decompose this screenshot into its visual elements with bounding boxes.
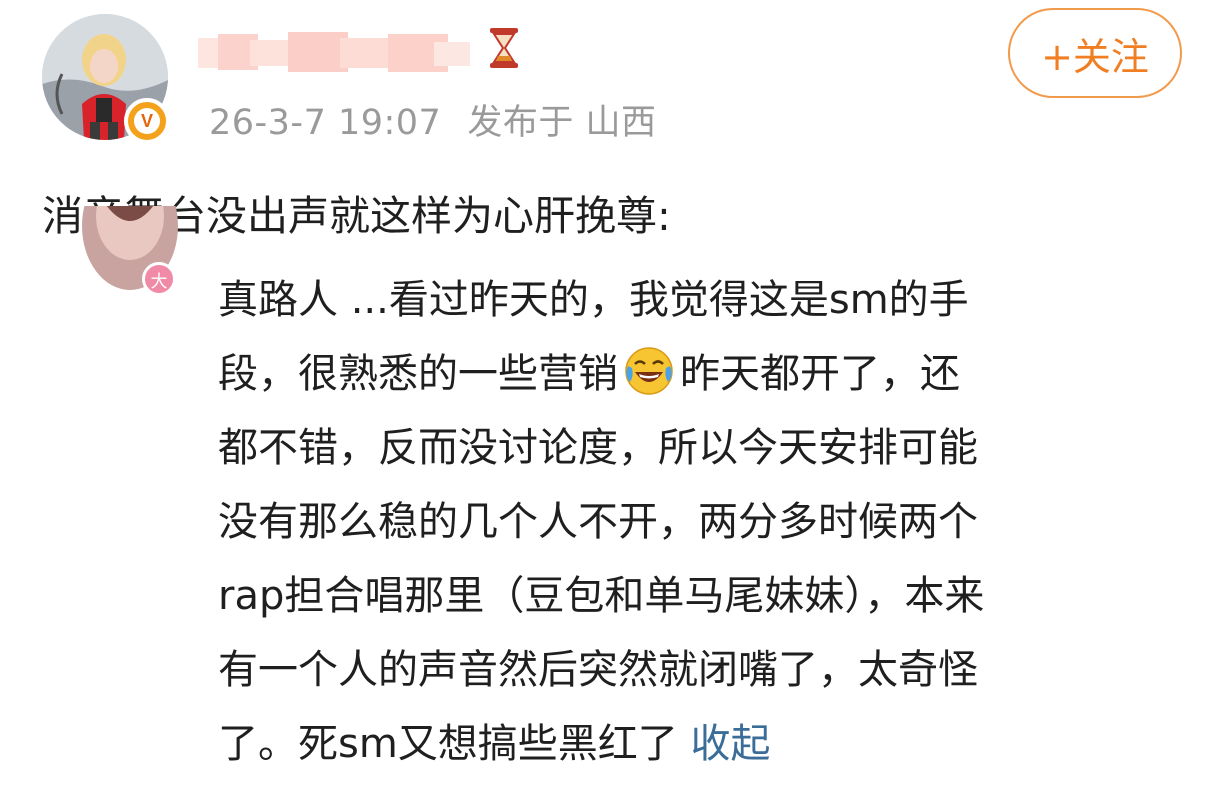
comment-line: 没有那么稳的几个人不开，两分多时候两个 bbox=[218, 499, 978, 545]
comment-line-text: 段，很熟悉的一些营销 bbox=[218, 351, 618, 397]
comment-line: 都不错，反而没讨论度，所以今天安排可能 bbox=[218, 425, 978, 471]
comment-line: rap担合唱那里（豆包和单马尾妹妹），本来 bbox=[218, 573, 985, 619]
verified-icon: V bbox=[124, 98, 170, 144]
collapse-link[interactable]: 收起 bbox=[691, 721, 771, 767]
follow-button[interactable]: +关注 bbox=[1008, 8, 1182, 98]
svg-text:V: V bbox=[141, 111, 153, 131]
weibo-post: V 26-3-7 19:07 发布于 山西 +关注 消音舞台没出声就这样为心肝挽尊… bbox=[0, 0, 1218, 790]
post-meta: 26-3-7 19:07 发布于 山西 bbox=[209, 94, 656, 145]
fan-rank-badge: 大 bbox=[142, 262, 176, 296]
comment-line: 有一个人的声音然后突然就闭嘴了，太奇怪 bbox=[218, 647, 978, 693]
laughing-tears-emoji-icon bbox=[624, 346, 674, 396]
comment-body: 真路人 ...看过昨天的，我觉得这是sm的手 段，很熟悉的一些营销 昨天都开了，… bbox=[218, 272, 1178, 790]
comment-line-text: 了。死sm又想搞些黑红了 bbox=[218, 721, 678, 767]
comment-line: 段，很熟悉的一些营销 昨天都开了，还 bbox=[218, 346, 1178, 420]
username-redacted[interactable] bbox=[198, 30, 470, 76]
follow-button-label: +关注 bbox=[1041, 34, 1149, 79]
comment-line: 真路人 ...看过昨天的，我觉得这是sm的手 bbox=[218, 277, 969, 323]
post-timestamp: 26-3-7 19:07 bbox=[209, 103, 442, 143]
fan-rank-label: 大 bbox=[150, 271, 168, 292]
comment-line-text: 昨天都开了，还 bbox=[680, 351, 960, 397]
hourglass-icon bbox=[484, 26, 524, 70]
post-location: 发布于 山西 bbox=[467, 103, 657, 143]
comment-line: 了。死sm又想搞些黑红了 收起 bbox=[218, 716, 1178, 790]
